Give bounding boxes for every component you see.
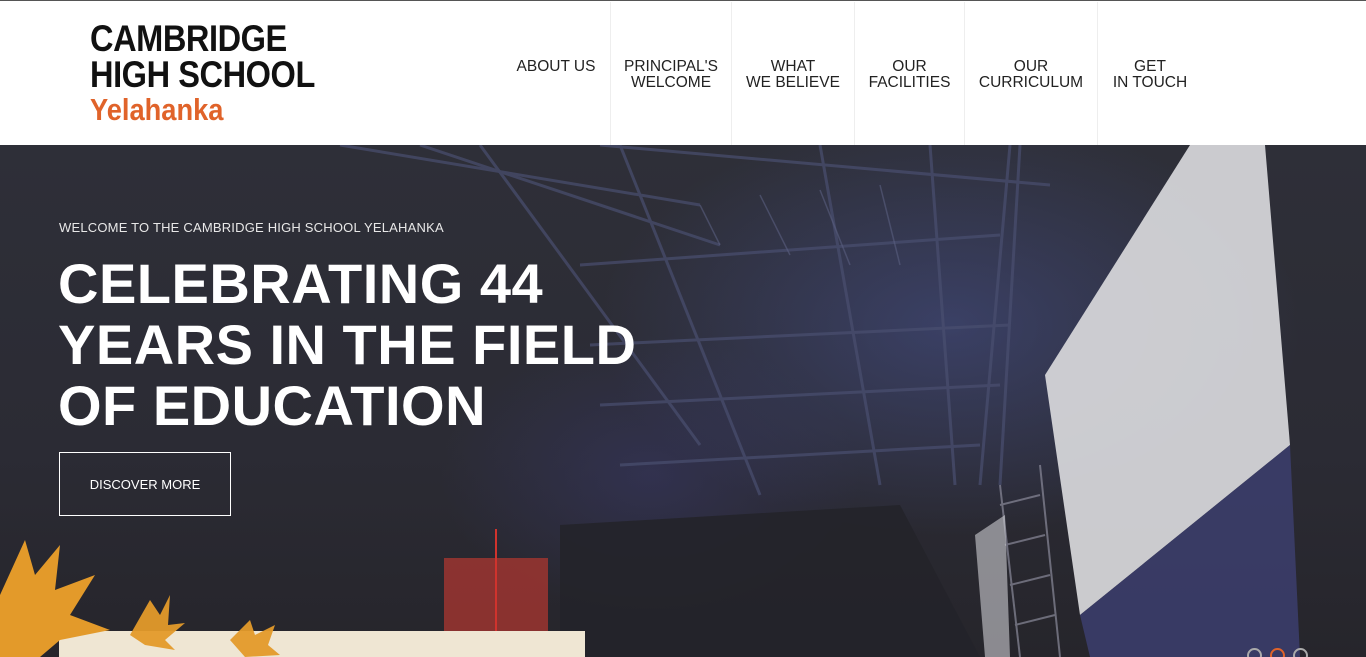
site-header: CAMBRIDGE HIGH SCHOOL Yelahanka ABOUT US… (0, 0, 1366, 145)
slider-pagination (1247, 648, 1308, 657)
school-logo[interactable]: CAMBRIDGE HIGH SCHOOL Yelahanka (90, 18, 320, 127)
nav-what-we-believe[interactable]: WHAT WE BELIEVE (731, 2, 854, 145)
nav-our-curriculum[interactable]: OUR CURRICULUM (964, 2, 1097, 145)
discover-more-button[interactable]: DISCOVER MORE (59, 452, 231, 516)
nav-our-facilities[interactable]: OUR FACILITIES (854, 2, 964, 145)
logo-line-3: Yelahanka (90, 92, 224, 127)
slider-dot-1[interactable] (1247, 648, 1262, 657)
nav-our-facilities-label: OUR FACILITIES (868, 58, 951, 91)
nav-what-we-believe-label: WHAT WE BELIEVE (746, 58, 840, 91)
main-nav: ABOUT US PRINCIPAL'S WELCOME WHAT WE BEL… (502, 2, 1202, 145)
nav-get-in-touch[interactable]: GET IN TOUCH (1097, 2, 1202, 145)
hero-welcome-text: WELCOME TO THE CAMBRIDGE HIGH SCHOOL YEL… (59, 220, 444, 235)
hero-headline: CELEBRATING 44 YEARS IN THE FIELD OF EDU… (58, 252, 637, 437)
logo-line-1: CAMBRIDGE (90, 18, 287, 59)
nav-about-us-label: ABOUT US (516, 58, 596, 75)
nav-principals-welcome-label: PRINCIPAL'S WELCOME (624, 58, 718, 91)
hero-slider: WELCOME TO THE CAMBRIDGE HIGH SCHOOL YEL… (0, 145, 1366, 657)
slider-dot-2[interactable] (1270, 648, 1285, 657)
nav-principals-welcome[interactable]: PRINCIPAL'S WELCOME (610, 2, 731, 145)
logo-line-2: HIGH SCHOOL (90, 54, 315, 95)
nav-about-us[interactable]: ABOUT US (502, 2, 610, 145)
nav-our-curriculum-label: OUR CURRICULUM (978, 58, 1084, 91)
nav-get-in-touch-label: GET IN TOUCH (1112, 58, 1188, 91)
slider-dot-3[interactable] (1293, 648, 1308, 657)
